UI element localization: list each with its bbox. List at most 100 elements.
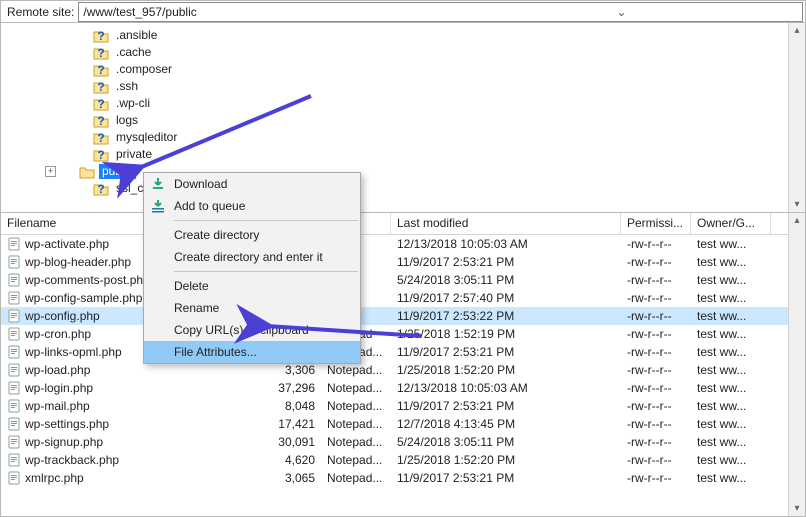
cell-type: Notepad...: [321, 453, 391, 467]
tree-node[interactable]: ?.ssh: [61, 78, 805, 95]
cell-type: Notepad...: [321, 417, 391, 431]
cell-permissions: -rw-r--r--: [621, 237, 691, 251]
cell-type: Notepad...: [321, 471, 391, 485]
file-row[interactable]: wp-login.php37,296Notepad...12/13/2018 1…: [1, 379, 805, 397]
tree-node[interactable]: ?.ansible: [61, 27, 805, 44]
cell-filename: wp-load.php: [1, 363, 261, 377]
folder-icon: ?: [93, 96, 109, 112]
column-header-perm[interactable]: Permissi...: [621, 213, 691, 234]
file-icon: [7, 273, 21, 287]
folder-icon: ?: [93, 62, 109, 78]
file-row[interactable]: wp-load.php3,306Notepad...1/25/2018 1:52…: [1, 361, 805, 379]
cell-permissions: -rw-r--r--: [621, 399, 691, 413]
menu-file-attributes[interactable]: File Attributes...: [144, 341, 360, 363]
menu-rename[interactable]: Rename: [144, 297, 360, 319]
scroll-up-icon[interactable]: ▴: [794, 23, 799, 38]
cell-permissions: -rw-r--r--: [621, 309, 691, 323]
cell-owner: test ww...: [691, 309, 771, 323]
cell-permissions: -rw-r--r--: [621, 471, 691, 485]
cell-owner: test ww...: [691, 435, 771, 449]
tree-node-label: private: [113, 147, 155, 162]
file-icon: [7, 453, 21, 467]
cell-modified: 11/9/2017 2:53:21 PM: [391, 345, 621, 359]
cell-modified: 1/25/2018 1:52:20 PM: [391, 453, 621, 467]
column-header-mod[interactable]: Last modified: [391, 213, 621, 234]
file-icon: [7, 345, 21, 359]
file-icon: [7, 363, 21, 377]
cell-filename: wp-settings.php: [1, 417, 261, 431]
scroll-up-icon[interactable]: ▴: [794, 213, 799, 228]
file-row[interactable]: wp-links-opml.php2,422Notepad...11/9/201…: [1, 343, 805, 361]
tree-node[interactable]: ?mysqleditor: [61, 129, 805, 146]
cell-permissions: -rw-r--r--: [621, 363, 691, 377]
tree-node-label: public: [99, 164, 136, 179]
cell-modified: 5/24/2018 3:05:11 PM: [391, 273, 621, 287]
file-icon: [7, 471, 21, 485]
file-row[interactable]: wp-settings.php17,421Notepad...12/7/2018…: [1, 415, 805, 433]
menu-create-directory[interactable]: Create directory: [144, 224, 360, 246]
file-row[interactable]: wp-config.phpad...11/9/2017 2:53:22 PM-r…: [1, 307, 805, 325]
folder-icon: ?: [93, 130, 109, 146]
file-row[interactable]: wp-cron.php3,669Notepad1/25/2018 1:52:19…: [1, 325, 805, 343]
svg-text:?: ?: [97, 46, 104, 60]
file-row[interactable]: wp-trackback.php4,620Notepad...1/25/2018…: [1, 451, 805, 469]
folder-icon: ?: [93, 113, 109, 129]
file-row[interactable]: wp-signup.php30,091Notepad...5/24/2018 3…: [1, 433, 805, 451]
folder-icon: ?: [93, 181, 109, 197]
cell-size: 3,306: [261, 363, 321, 377]
file-icon: [7, 327, 21, 341]
svg-text:?: ?: [97, 148, 104, 162]
file-row[interactable]: wp-activate.phpad...12/13/2018 10:05:03 …: [1, 235, 805, 253]
cell-permissions: -rw-r--r--: [621, 453, 691, 467]
cell-modified: 11/9/2017 2:57:40 PM: [391, 291, 621, 305]
cell-filename: wp-signup.php: [1, 435, 261, 449]
menu-delete[interactable]: Delete: [144, 275, 360, 297]
file-icon: [7, 435, 21, 449]
scroll-down-icon[interactable]: ▾: [794, 197, 799, 212]
file-icon: [7, 309, 21, 323]
cell-owner: test ww...: [691, 327, 771, 341]
list-scrollbar[interactable]: ▴ ▾: [788, 213, 805, 516]
folder-icon: ?: [93, 147, 109, 163]
tree-node[interactable]: ? logs: [61, 112, 805, 129]
file-row[interactable]: wp-mail.php8,048Notepad...11/9/2017 2:53…: [1, 397, 805, 415]
cell-modified: 1/25/2018 1:52:20 PM: [391, 363, 621, 377]
tree-node[interactable]: ? private: [61, 146, 805, 163]
file-row[interactable]: xmlrpc.php3,065Notepad...11/9/2017 2:53:…: [1, 469, 805, 487]
chevron-down-icon[interactable]: ⌄: [441, 5, 802, 19]
svg-text:?: ?: [97, 63, 104, 77]
file-row[interactable]: wp-comments-post.phad...5/24/2018 3:05:1…: [1, 271, 805, 289]
remote-path-combo[interactable]: /www/test_957/public ⌄: [78, 2, 803, 22]
cell-modified: 1/25/2018 1:52:19 PM: [391, 327, 621, 341]
file-row[interactable]: wp-blog-header.phpad...11/9/2017 2:53:21…: [1, 253, 805, 271]
scroll-down-icon[interactable]: ▾: [794, 501, 799, 516]
cell-owner: test ww...: [691, 291, 771, 305]
svg-text:?: ?: [97, 182, 104, 196]
menu-copy-url[interactable]: Copy URL(s) to clipboard: [144, 319, 360, 341]
cell-permissions: -rw-r--r--: [621, 381, 691, 395]
column-header-own[interactable]: Owner/G...: [691, 213, 771, 234]
menu-add-to-queue[interactable]: Add to queue: [144, 195, 360, 217]
menu-create-directory-enter[interactable]: Create directory and enter it: [144, 246, 360, 268]
tree-node-label: .ssh: [113, 79, 141, 94]
tree-node[interactable]: ?.composer: [61, 61, 805, 78]
menu-download[interactable]: Download: [144, 173, 360, 195]
remote-path-value: /www/test_957/public: [79, 5, 440, 19]
file-icon: [7, 417, 21, 431]
cell-owner: test ww...: [691, 381, 771, 395]
tree-node[interactable]: ?.cache: [61, 44, 805, 61]
cell-modified: 11/9/2017 2:53:21 PM: [391, 399, 621, 413]
tree-node-label: logs: [113, 113, 141, 128]
cell-type: Notepad...: [321, 435, 391, 449]
svg-text:?: ?: [97, 114, 104, 128]
expand-toggle-icon[interactable]: +: [45, 166, 56, 177]
tree-scrollbar[interactable]: ▴ ▾: [788, 23, 805, 212]
cell-permissions: -rw-r--r--: [621, 327, 691, 341]
cell-modified: 11/9/2017 2:53:21 PM: [391, 471, 621, 485]
cell-filename: wp-trackback.php: [1, 453, 261, 467]
tree-node[interactable]: ?.wp-cli: [61, 95, 805, 112]
cell-permissions: -rw-r--r--: [621, 273, 691, 287]
svg-text:?: ?: [97, 131, 104, 145]
remote-tree-pane: ?.ansible?.cache?.composer?.ssh?.wp-cli?…: [1, 23, 805, 213]
file-row[interactable]: wp-config-sample.phpad...11/9/2017 2:57:…: [1, 289, 805, 307]
